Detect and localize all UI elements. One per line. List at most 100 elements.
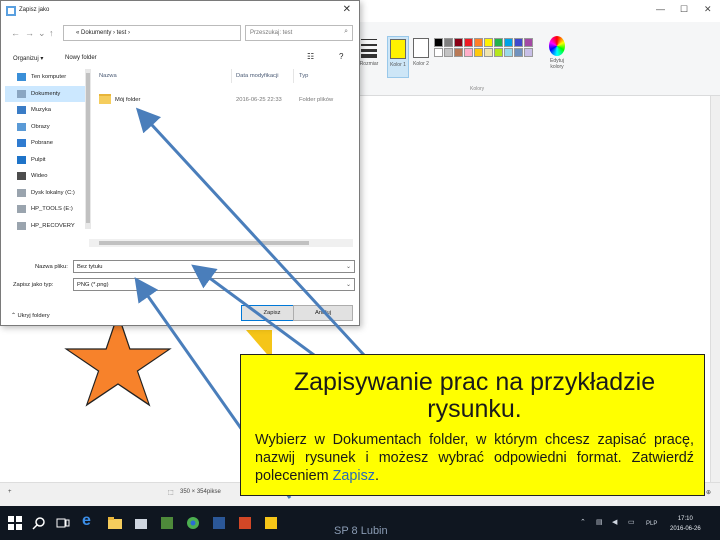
search-input[interactable]: Przeszukaj: test ⌕ [245, 25, 353, 41]
windows-start-icon[interactable] [8, 516, 22, 530]
palette-swatch[interactable] [524, 38, 533, 47]
back-arrow-icon[interactable]: ← [11, 28, 20, 38]
nav-item-label: Muzyka [31, 107, 51, 113]
color1-swatch [390, 39, 406, 59]
close-icon[interactable]: ✕ [704, 4, 712, 15]
volume-icon[interactable]: ◀ [612, 518, 617, 526]
nav-pane-scrollbar[interactable] [85, 69, 91, 229]
zoom-in-icon[interactable]: ⊕ [706, 489, 711, 496]
palette-swatch[interactable] [514, 48, 523, 57]
line-width-icon [361, 39, 377, 58]
color1-selector[interactable]: Kolor 1 [387, 36, 409, 78]
nav-item-label: HP_TOOLS (E:) [31, 206, 73, 212]
palette-swatch[interactable] [444, 38, 453, 47]
palette-swatch[interactable] [464, 38, 473, 47]
hide-folders-toggle[interactable]: ⌃ Ukryj foldery [11, 313, 50, 319]
filename-input[interactable]: Bez tytułu ⌄ [73, 260, 355, 273]
palette-swatch[interactable] [434, 48, 443, 57]
filetype-label: Zapisz jako typ: [13, 282, 54, 288]
caption-body-end: . [375, 468, 379, 484]
palette-swatch[interactable] [524, 48, 533, 57]
column-name[interactable]: Nazwa [99, 73, 117, 79]
scrollbar-thumb[interactable] [99, 241, 309, 245]
dialog-close-icon[interactable]: ✕ [343, 4, 351, 15]
search-icon[interactable] [32, 516, 46, 530]
dialog-title-bar[interactable]: Zapisz jako ✕ [1, 1, 359, 21]
nav-item-downloads[interactable]: Pobrane [5, 135, 85, 152]
nav-item-hp-tools[interactable]: HP_TOOLS (E:) [5, 201, 85, 218]
dialog-title: Zapisz jako [19, 7, 50, 13]
edit-colors-button[interactable]: Edytuj kolory [544, 36, 570, 70]
status-size-icon: ⬚ [168, 490, 174, 496]
filetype-value: PNG (*.png) [77, 282, 109, 288]
cancel-button[interactable]: Anuluj [293, 305, 353, 321]
task-view-icon[interactable] [56, 516, 70, 530]
column-date[interactable]: Data modyfikacji [236, 73, 279, 79]
nav-item-videos[interactable]: Wideo [5, 168, 85, 185]
recent-chevron-icon[interactable]: ⌄ [38, 28, 46, 39]
palette-swatch[interactable] [484, 48, 493, 57]
nav-item-hp-recovery[interactable]: HP_RECOVERY [5, 218, 85, 235]
media-app-icon[interactable] [160, 516, 174, 530]
file-explorer-icon[interactable] [108, 516, 122, 530]
store-icon[interactable] [134, 516, 148, 530]
paint-taskbar-icon[interactable] [264, 516, 278, 530]
organize-button[interactable]: Organizuj ▾ [13, 55, 43, 62]
file-list-horizontal-scrollbar[interactable] [89, 239, 353, 247]
chrome-icon[interactable] [186, 516, 200, 530]
palette-swatch[interactable] [514, 38, 523, 47]
filetype-select[interactable]: PNG (*.png) ⌄ [73, 278, 355, 291]
nav-item-pictures[interactable]: Obrazy [5, 119, 85, 136]
battery-icon[interactable]: ▭ [628, 518, 635, 526]
language-indicator[interactable]: PLP [646, 521, 657, 527]
navigation-pane: Ten komputer Dokumenty Muzyka Obrazy Pob… [5, 69, 85, 251]
new-folder-button[interactable]: Nowy folder [65, 55, 97, 61]
maximize-icon[interactable]: ☐ [680, 4, 688, 15]
palette-swatch[interactable] [454, 48, 463, 57]
palette-swatch[interactable] [474, 48, 483, 57]
help-icon[interactable]: ? [339, 52, 343, 61]
tray-chevron-up-icon[interactable]: ⌃ [580, 518, 586, 526]
address-bar[interactable]: « Dokumenty › test › [63, 25, 241, 41]
color2-selector[interactable]: Kolor 2 [410, 36, 432, 78]
palette-swatch[interactable] [444, 48, 453, 57]
powerpoint-icon[interactable] [238, 516, 252, 530]
paint-app-icon [6, 6, 16, 16]
palette-swatch[interactable] [504, 38, 513, 47]
scrollbar-thumb[interactable] [86, 73, 90, 223]
filename-label: Nazwa pliku: [35, 264, 68, 270]
palette-swatch[interactable] [504, 48, 513, 57]
palette-swatch[interactable] [474, 38, 483, 47]
documents-icon [17, 89, 26, 98]
chevron-down-icon[interactable]: ⌄ [346, 263, 351, 270]
clock[interactable]: 17:10 2016-06-26 [670, 514, 701, 534]
palette-swatch[interactable] [434, 38, 443, 47]
palette-swatch[interactable] [484, 38, 493, 47]
minimize-icon[interactable]: — [656, 4, 665, 14]
pictures-icon [17, 122, 26, 131]
nav-item-desktop[interactable]: Pulpit [5, 152, 85, 169]
nav-item-this-pc[interactable]: Ten komputer [5, 69, 85, 86]
nav-item-documents[interactable]: Dokumenty [5, 85, 85, 102]
palette-swatch[interactable] [494, 38, 503, 47]
drive-icon [17, 188, 26, 197]
office-app-icon[interactable] [212, 516, 226, 530]
palette-swatch[interactable] [454, 38, 463, 47]
forward-arrow-icon[interactable]: → [25, 28, 34, 38]
caption-body: Wybierz w Dokumentach folder, w którym c… [255, 431, 694, 485]
nav-item-music[interactable]: Muzyka [5, 102, 85, 119]
column-type[interactable]: Typ [299, 73, 308, 79]
chevron-down-icon[interactable]: ⌄ [346, 281, 351, 288]
paint-vertical-scrollbar[interactable] [710, 96, 720, 482]
size-tool[interactable]: Rozmiar [358, 36, 380, 67]
nav-item-local-disk[interactable]: Dysk lokalny (C:) [5, 185, 85, 202]
file-row[interactable]: Mój folder 2016-06-25 22:33 Folder plikó… [97, 93, 347, 107]
palette-swatch[interactable] [494, 48, 503, 57]
network-icon[interactable]: ▤ [596, 518, 603, 526]
view-options-icon[interactable]: ☷ [307, 52, 314, 61]
edge-browser-icon[interactable]: e [82, 512, 96, 529]
nav-item-label: Obrazy [31, 123, 50, 130]
clock-date: 2016-06-26 [670, 526, 701, 532]
up-arrow-icon[interactable]: ↑ [49, 28, 54, 38]
palette-swatch[interactable] [464, 48, 473, 57]
